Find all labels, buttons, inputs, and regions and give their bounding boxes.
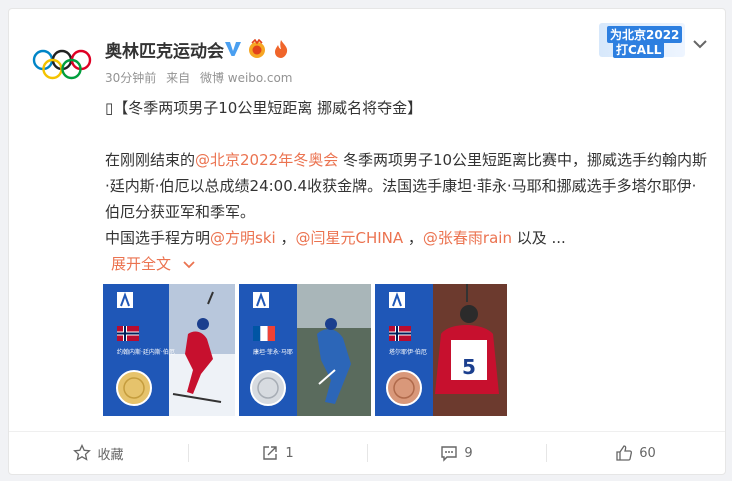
like-count: 60 [639, 445, 656, 461]
comment-count: 9 [464, 445, 473, 461]
like-button[interactable]: 60 [546, 432, 725, 474]
bib-number: 5 [462, 355, 476, 379]
thumbs-up-icon [616, 445, 633, 461]
favorite-button[interactable]: 收藏 [9, 432, 188, 474]
comment-button[interactable]: 9 [367, 432, 546, 474]
photo-caption: 塔尔耶伊·伯厄 [389, 348, 427, 356]
photo-thumbnail[interactable]: 约翰内斯·廷内斯·伯厄 [103, 284, 235, 416]
star-icon [73, 444, 92, 461]
photo-caption: 约翰内斯·廷内斯·伯厄 [117, 348, 175, 356]
beijing-2022-promo-badge[interactable]: 为北京2022 打CALL [599, 23, 685, 58]
mention-link[interactable]: @闫星元CHINA [295, 229, 403, 247]
photo-caption: 康坦·菲永·马耶 [253, 348, 293, 356]
promo-line2: 打CALL [613, 41, 665, 58]
favorite-label: 收藏 [97, 447, 124, 463]
mention-link[interactable]: @张春雨rain [423, 229, 512, 247]
fire-badge-icon [275, 40, 288, 58]
mention-link[interactable]: @北京2022年冬奥会 [195, 151, 338, 169]
expand-full-text-link[interactable]: 展开全文 [105, 251, 711, 277]
post-content: ▯【冬季两项男子10公里短距离 挪威名将夺金】 在刚刚结束的@北京2022年冬奥… [105, 95, 711, 277]
share-icon [263, 446, 278, 460]
comment-icon [441, 446, 458, 462]
verified-badge-icon [225, 42, 241, 56]
weibo-post-card: 奥林匹克运动会 30分钟前 来自 微博 weibo.com 为北京2022 打C… [8, 8, 726, 475]
photo-thumbnail[interactable]: 康坦·菲永·马耶 [239, 284, 371, 416]
post-title: ▯【冬季两项男子10公里短距离 挪威名将夺金】 [105, 99, 423, 117]
repost-count: 1 [285, 445, 294, 461]
post-paragraph-1: 在刚刚结束的@北京2022年冬奥会 冬季两项男子10公里短距离比赛中，挪威选手约… [105, 151, 708, 221]
post-time[interactable]: 30分钟前 [105, 71, 156, 85]
chevron-down-icon[interactable] [691, 35, 709, 53]
author-name[interactable]: 奥林匹克运动会 [105, 37, 224, 62]
source-prefix: 来自 [166, 71, 191, 85]
post-meta: 30分钟前 来自 微博 weibo.com [105, 69, 299, 86]
mention-link[interactable]: @方明ski [210, 229, 276, 247]
post-source[interactable]: 微博 weibo.com [200, 71, 293, 85]
olympic-rings-avatar[interactable] [31, 43, 93, 87]
post-paragraph-2: 中国选手程方明@方明ski ，@闫星元CHINA ，@张春雨rain 以及 ..… [105, 229, 566, 247]
repost-button[interactable]: 1 [188, 432, 367, 474]
member-badge-icon [249, 39, 265, 58]
chevron-down-icon [183, 260, 195, 268]
post-action-bar: 收藏 1 9 60 [9, 432, 725, 474]
photo-thumbnail[interactable]: 塔尔耶伊·伯厄 5 [375, 284, 507, 416]
